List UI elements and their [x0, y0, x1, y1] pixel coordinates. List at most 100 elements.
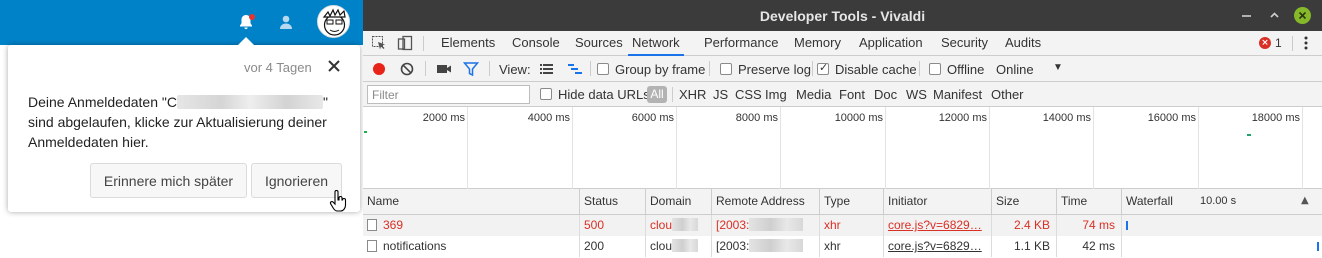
- offline-checkbox[interactable]: [929, 63, 941, 75]
- file-icon: [367, 240, 377, 252]
- domain-cell: clou: [646, 236, 712, 257]
- offline-label[interactable]: Offline: [947, 62, 984, 77]
- more-options-icon[interactable]: [1301, 35, 1311, 51]
- remote-text: [2003:: [716, 218, 750, 232]
- preserve-log-label[interactable]: Preserve log: [738, 62, 811, 77]
- overview-gridline: [572, 107, 573, 189]
- error-icon[interactable]: ×: [1259, 37, 1271, 49]
- initiator-link[interactable]: core.js?v=6829…: [884, 236, 992, 257]
- notification-message-start: Deine Anmeldedaten "C: [28, 94, 177, 110]
- remind-later-button[interactable]: Erinnere mich später: [90, 163, 247, 198]
- chevron-down-icon[interactable]: ▼: [1053, 62, 1063, 73]
- tab-application[interactable]: Application: [859, 31, 923, 56]
- column-size[interactable]: Size: [992, 189, 1057, 215]
- request-name-cell[interactable]: notifications: [363, 236, 580, 257]
- type-filter-font[interactable]: Font: [839, 87, 865, 102]
- window-titlebar[interactable]: Developer Tools - Vivaldi: [363, 0, 1322, 31]
- group-by-frame-checkbox[interactable]: [597, 63, 609, 75]
- devtools-window: Developer Tools - Vivaldi Elements Conso…: [363, 0, 1322, 258]
- overview-gridline: [885, 107, 886, 189]
- disable-cache-checkbox[interactable]: [817, 61, 829, 75]
- window-close-icon[interactable]: [1294, 7, 1311, 24]
- column-type[interactable]: Type: [820, 189, 884, 215]
- requests-table-header: Name Status Domain Remote Address Type I…: [363, 189, 1322, 215]
- toolbar-divider: [709, 61, 710, 76]
- waterfall-overview-icon[interactable]: [567, 61, 583, 77]
- type-filter-ws[interactable]: WS: [906, 87, 927, 102]
- table-row[interactable]: notifications 200 clou [2003: xhr core.j…: [363, 236, 1322, 257]
- large-rows-icon[interactable]: [539, 61, 555, 77]
- tab-performance[interactable]: Performance: [704, 31, 778, 56]
- user-avatar[interactable]: [317, 5, 350, 38]
- type-filter-media[interactable]: Media: [796, 87, 831, 102]
- window-title: Developer Tools - Vivaldi: [759, 8, 926, 24]
- overview-tick-label: 10000 ms: [834, 112, 883, 124]
- tab-console[interactable]: Console: [512, 31, 560, 56]
- overview-gridline: [1198, 107, 1199, 189]
- device-toolbar-icon[interactable]: [397, 35, 413, 51]
- disable-cache-label[interactable]: Disable cache: [835, 62, 917, 77]
- throttling-select[interactable]: Online: [996, 62, 1034, 77]
- minimize-icon[interactable]: [1239, 8, 1254, 23]
- close-icon[interactable]: [326, 58, 342, 74]
- tab-elements[interactable]: Elements: [441, 31, 495, 56]
- filter-icon[interactable]: [462, 61, 480, 77]
- sort-ascending-icon[interactable]: ▲: [1301, 195, 1309, 206]
- network-overview-timeline[interactable]: 2000 ms 4000 ms 6000 ms 8000 ms 10000 ms…: [363, 107, 1322, 189]
- type-filter-img[interactable]: Img: [765, 87, 787, 102]
- hand-cursor-icon: [329, 190, 347, 215]
- column-domain[interactable]: Domain: [646, 189, 712, 215]
- overview-tick-label: 16000 ms: [1147, 112, 1196, 124]
- tab-audits[interactable]: Audits: [1005, 31, 1041, 56]
- clear-icon[interactable]: [399, 61, 415, 77]
- file-icon: [367, 219, 377, 231]
- screenshot-camera-icon[interactable]: [436, 61, 452, 77]
- type-filter-doc[interactable]: Doc: [874, 87, 897, 102]
- record-icon[interactable]: [371, 61, 387, 77]
- type-cell: xhr: [820, 236, 884, 257]
- notifications-bell-icon[interactable]: [234, 10, 258, 34]
- column-status[interactable]: Status: [580, 189, 646, 215]
- column-time[interactable]: Time: [1057, 189, 1122, 215]
- type-filter-xhr[interactable]: XHR: [679, 87, 706, 102]
- waterfall-scale: 10.00 s: [1200, 195, 1237, 207]
- overview-tick-label: 14000 ms: [1042, 112, 1091, 124]
- group-by-frame-label[interactable]: Group by frame: [615, 62, 705, 77]
- inspect-element-icon[interactable]: [371, 35, 387, 51]
- waterfall-bar: [1317, 242, 1319, 251]
- toolbar-divider: [489, 61, 490, 76]
- type-filter-manifest[interactable]: Manifest: [933, 87, 982, 102]
- popover-arrow: [238, 37, 254, 45]
- remote-address-cell: [2003:: [712, 215, 820, 236]
- error-count[interactable]: 1: [1275, 36, 1282, 50]
- notification-time: vor 4 Tagen: [244, 60, 312, 75]
- hide-data-urls-label[interactable]: Hide data URLs: [558, 87, 650, 102]
- tab-network[interactable]: Network: [628, 31, 684, 56]
- tab-sources[interactable]: Sources: [575, 31, 623, 56]
- filter-input[interactable]: [367, 85, 530, 104]
- type-filter-js[interactable]: JS: [713, 87, 728, 102]
- notification-card[interactable]: vor 4 Tagen Deine Anmeldedaten "C " sind …: [8, 45, 360, 212]
- tab-security[interactable]: Security: [941, 31, 988, 56]
- time-cell: 42 ms: [1057, 236, 1122, 257]
- time-cell: 74 ms: [1057, 215, 1122, 236]
- type-filter-other[interactable]: Other: [991, 87, 1024, 102]
- request-name-cell[interactable]: 369: [363, 215, 580, 236]
- overview-gridline: [1093, 107, 1094, 189]
- maximize-icon[interactable]: [1267, 8, 1282, 23]
- status-cell: 200: [580, 236, 646, 257]
- column-name[interactable]: Name: [363, 189, 580, 215]
- column-remote-address[interactable]: Remote Address: [712, 189, 820, 215]
- domain-text: clou: [650, 218, 673, 232]
- column-initiator[interactable]: Initiator: [884, 189, 992, 215]
- table-row[interactable]: 369 500 clou [2003: xhr core.js?v=6829… …: [363, 215, 1322, 236]
- initiator-link[interactable]: core.js?v=6829…: [884, 215, 992, 236]
- overview-tick-label: 4000 ms: [527, 112, 570, 124]
- type-filter-css[interactable]: CSS: [735, 87, 762, 102]
- tab-memory[interactable]: Memory: [794, 31, 841, 56]
- contacts-icon[interactable]: [274, 10, 298, 34]
- hide-data-urls-checkbox[interactable]: [540, 88, 552, 100]
- notification-message[interactable]: Deine Anmeldedaten "C " sind abgelaufen, …: [28, 92, 328, 152]
- type-filter-all[interactable]: All: [647, 86, 667, 103]
- preserve-log-checkbox[interactable]: [720, 63, 732, 75]
